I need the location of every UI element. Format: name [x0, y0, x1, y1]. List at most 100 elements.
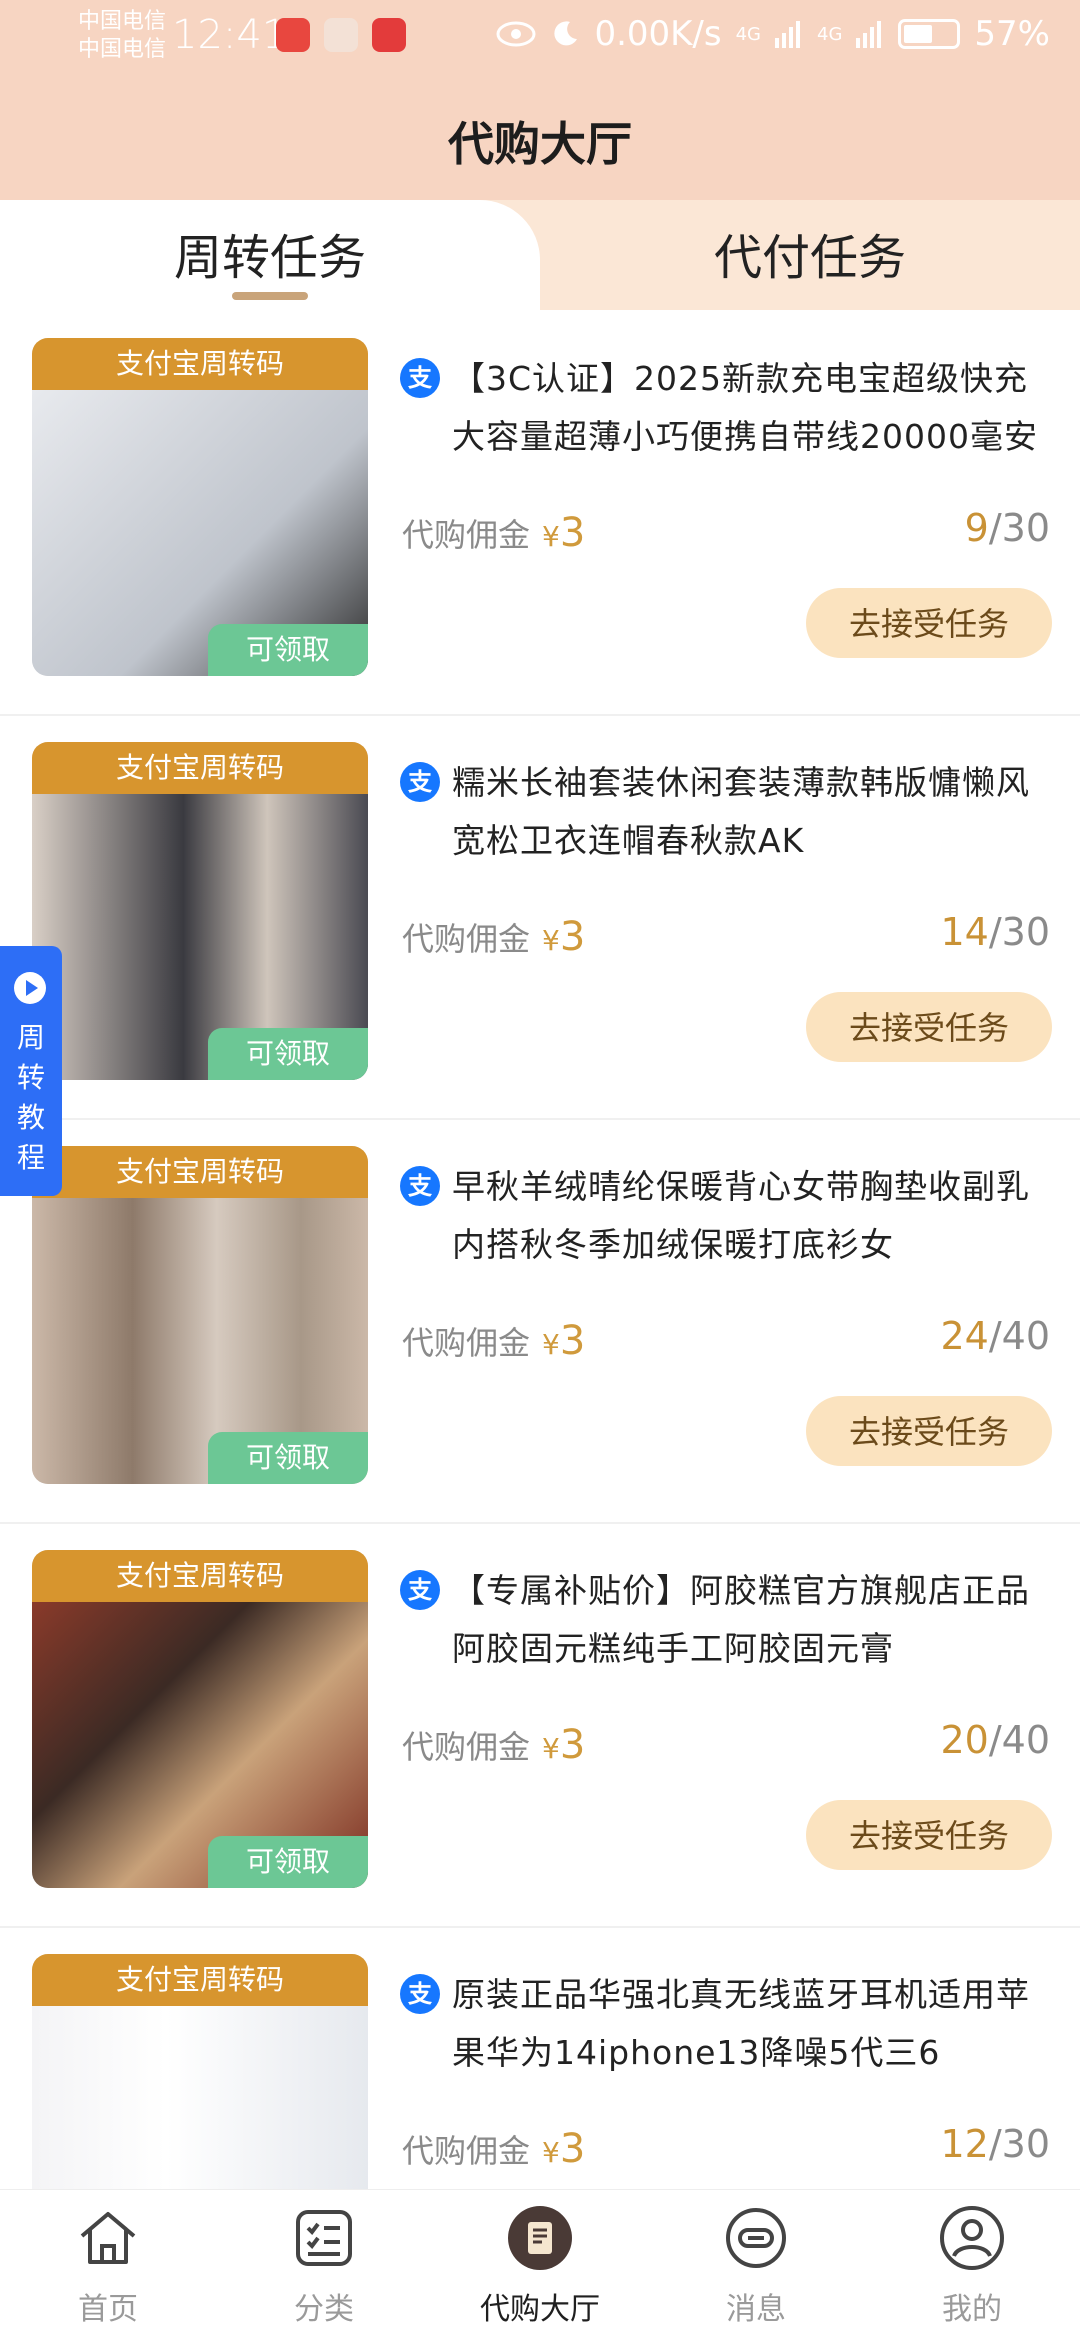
task-card[interactable]: 支付宝周转码 可领取 支 【3C认证】2025新款充电宝超级快充大容量超薄小巧便… [0, 310, 1080, 716]
commission-label: 代购佣金 [402, 1324, 531, 1362]
taken-count: 24 [940, 1314, 989, 1358]
total-count: /30 [988, 506, 1050, 550]
task-progress: 9/30 [965, 506, 1050, 550]
task-title: 糯米长袖套装休闲套装薄款韩版慵懒风宽松卫衣连帽春秋款AK [452, 763, 1030, 860]
tab-proxy-payment[interactable]: 代付任务 [540, 200, 1080, 310]
thumb-label: 支付宝周转码 [32, 742, 368, 794]
accept-task-button[interactable]: 去接受任务 [806, 1800, 1052, 1870]
commission-label: 代购佣金 [402, 1728, 531, 1766]
thumb-label: 支付宝周转码 [32, 1550, 368, 1602]
signal-bars-icon [856, 21, 882, 48]
task-title: 早秋羊绒晴纶保暖背心女带胸垫收副乳内搭秋冬季加绒保暖打底衫女 [452, 1167, 1030, 1264]
nav-purchase-hall[interactable]: 代购大厅 [432, 2202, 648, 2328]
tutorial-label: 周转教程 [16, 1021, 45, 1174]
carrier-label: 中国电信 中国电信 [78, 8, 166, 64]
thumb-label: 支付宝周转码 [32, 1954, 368, 2006]
bottom-nav: 首页 分类 代购大厅 消息 我的 [0, 2189, 1080, 2340]
taken-count: 12 [940, 2122, 989, 2166]
battery-percent: 57% [974, 14, 1050, 54]
status-right: 0.00K/s 4G 4G 57% [496, 14, 1050, 54]
nav-label: 分类 [294, 2292, 354, 2327]
nav-category[interactable]: 分类 [216, 2202, 432, 2328]
currency-symbol: ¥ [542, 2136, 560, 2169]
product-thumbnail[interactable]: 支付宝周转码 可领取 [32, 742, 368, 1080]
nav-messages[interactable]: 消息 [648, 2202, 864, 2328]
clock: 12:41 [172, 12, 288, 58]
task-progress: 14/30 [940, 910, 1050, 954]
accept-task-button[interactable]: 去接受任务 [806, 992, 1052, 1062]
commission: 代购佣金 ¥3 [402, 2126, 585, 2172]
commission: 代购佣金 ¥3 [402, 914, 585, 960]
commission-amount: 3 [559, 510, 586, 556]
commission: 代购佣金 ¥3 [402, 510, 585, 556]
task-progress: 24/40 [940, 1314, 1050, 1358]
task-card[interactable]: 支付宝周转码 可领取 支 【专属补贴价】阿胶糕官方旗舰店正品阿胶固元糕纯手工阿胶… [0, 1522, 1080, 1928]
category-icon [296, 2210, 352, 2266]
accept-task-button[interactable]: 去接受任务 [806, 1396, 1052, 1466]
commission-label: 代购佣金 [402, 2132, 531, 2170]
play-icon [14, 972, 46, 1004]
total-count: /40 [988, 1314, 1050, 1358]
signal-icon: 4G [817, 23, 843, 45]
alipay-icon: 支 [400, 358, 440, 398]
nav-profile[interactable]: 我的 [864, 2202, 1080, 2328]
accept-task-button[interactable]: 去接受任务 [806, 588, 1052, 658]
carrier-line-2: 中国电信 [78, 37, 167, 62]
tab-active-indicator [232, 292, 308, 300]
currency-symbol: ¥ [542, 1328, 560, 1361]
app-notification-icon [372, 18, 406, 52]
app-notification-icon [324, 18, 358, 52]
purchase-hall-icon [508, 2206, 572, 2270]
nav-home[interactable]: 首页 [0, 2202, 216, 2328]
tab-turnover[interactable]: 周转任务 [0, 200, 540, 310]
commission: 代购佣金 ¥3 [402, 1318, 585, 1364]
currency-symbol: ¥ [542, 520, 560, 553]
alipay-icon: 支 [400, 1166, 440, 1206]
app-notification-icon [276, 18, 310, 52]
available-badge: 可领取 [208, 1432, 368, 1484]
task-card[interactable]: 支付宝周转码 可领取 支 糯米长袖套装休闲套装薄款韩版慵懒风宽松卫衣连帽春秋款A… [0, 714, 1080, 1120]
product-thumbnail[interactable]: 支付宝周转码 可领取 [32, 1550, 368, 1888]
nav-label: 消息 [726, 2292, 786, 2327]
profile-icon [940, 2206, 1004, 2270]
message-icon [726, 2208, 786, 2268]
signal-icon: 4G [735, 23, 762, 45]
alipay-icon: 支 [400, 1974, 440, 2014]
commission-amount: 3 [559, 2126, 586, 2172]
net-speed: 0.00K/s [594, 14, 722, 54]
total-count: /30 [988, 910, 1050, 954]
thumb-label: 支付宝周转码 [32, 338, 368, 390]
available-badge: 可领取 [208, 1836, 368, 1888]
commission-amount: 3 [559, 1722, 586, 1768]
task-title: 【3C认证】2025新款充电宝超级快充大容量超薄小巧便携自带线20000毫安 [452, 359, 1038, 456]
total-count: /30 [988, 2122, 1050, 2166]
moon-icon [554, 21, 578, 46]
commission-amount: 3 [559, 1318, 586, 1364]
currency-symbol: ¥ [542, 1732, 560, 1765]
taken-count: 20 [940, 1718, 989, 1762]
currency-symbol: ¥ [542, 924, 560, 957]
task-title: 原装正品华强北真无线蓝牙耳机适用苹果华为14iphone13降噪5代三6 [452, 1975, 1030, 2072]
task-card[interactable]: 支付宝周转码 可领取 支 早秋羊绒晴纶保暖背心女带胸垫收副乳内搭秋冬季加绒保暖打… [0, 1118, 1080, 1524]
tab-label: 周转任务 [173, 230, 366, 286]
taken-count: 9 [964, 506, 989, 550]
carrier-line-1: 中国电信 [78, 9, 167, 34]
commission-label: 代购佣金 [402, 920, 531, 958]
product-thumbnail[interactable]: 支付宝周转码 可领取 [32, 1146, 368, 1484]
available-badge: 可领取 [208, 624, 368, 676]
header-bar: 中国电信 中国电信 12:41 0.00K/s 4G 4G 57% 代购大厅 [0, 0, 1080, 210]
product-thumbnail[interactable]: 支付宝周转码 可领取 [32, 338, 368, 676]
nav-label: 首页 [78, 2292, 138, 2327]
signal-bars-icon [775, 21, 801, 48]
commission: 代购佣金 ¥3 [402, 1722, 585, 1768]
thumb-label: 支付宝周转码 [32, 1146, 368, 1198]
nav-label: 我的 [942, 2292, 1002, 2327]
tutorial-side-tab[interactable]: 周转教程 [0, 946, 62, 1196]
commission-label: 代购佣金 [402, 516, 531, 554]
task-title: 【专属补贴价】阿胶糕官方旗舰店正品阿胶固元糕纯手工阿胶固元膏 [452, 1571, 1030, 1668]
alipay-icon: 支 [400, 762, 440, 802]
task-progress: 12/30 [940, 2122, 1050, 2166]
commission-amount: 3 [559, 914, 586, 960]
notification-icons [276, 18, 406, 52]
tab-label: 代付任务 [713, 230, 906, 286]
